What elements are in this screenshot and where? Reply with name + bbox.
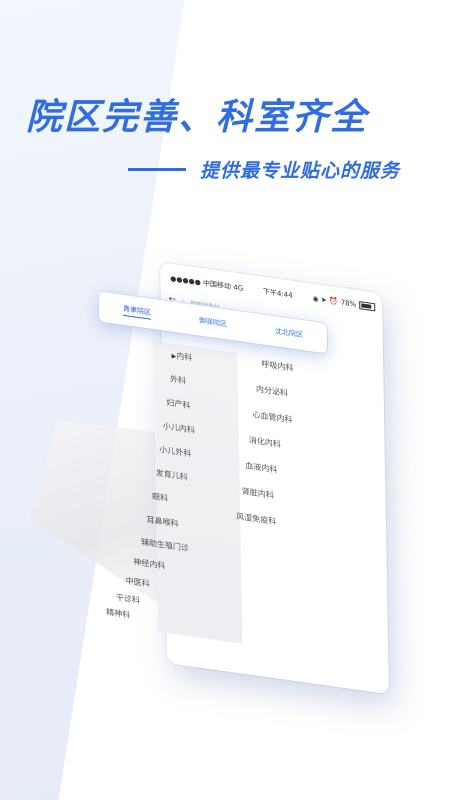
subheadline-row: 提供最专业贴心的服务 xyxy=(128,156,400,183)
left-department-item[interactable]: 中医科 xyxy=(126,575,150,589)
right-department-item[interactable]: 心血管内科 xyxy=(252,409,292,426)
left-department-item[interactable]: 外科 xyxy=(170,373,186,386)
right-department-item[interactable]: 肾脏内科 xyxy=(242,486,274,502)
battery-icon xyxy=(359,301,376,312)
left-department-item[interactable]: 眼科 xyxy=(152,491,168,504)
right-department-item[interactable]: 呼吸内科 xyxy=(261,358,293,374)
phone-mockup: ●●●●● 中国移动 4G 下午4:44 ◉ ➤ ⏰ 78% ← ⌕ 搜索就专长… xyxy=(98,262,392,705)
tab-campus-2[interactable]: 御驿院区 xyxy=(199,315,227,329)
right-department-item[interactable]: 血液内科 xyxy=(245,460,277,476)
status-time: 下午4:44 xyxy=(262,287,293,300)
subheadline-dash xyxy=(128,168,186,171)
right-department-item[interactable]: 内分泌科 xyxy=(256,384,288,400)
carrier-label: ●●●●● 中国移动 4G xyxy=(170,274,244,293)
tab-campus-1[interactable]: 青聿院区 xyxy=(122,303,152,320)
battery-percent: 78% xyxy=(340,298,357,309)
status-icons: ◉ ➤ ⏰ xyxy=(312,294,338,307)
status-right: ◉ ➤ ⏰ 78% xyxy=(312,294,376,312)
subheadline: 提供最专业贴心的服务 xyxy=(200,160,401,182)
left-department-item[interactable]: 干诊科 xyxy=(116,592,140,606)
department-panel: ▶内科 外科 妇产科 小儿内科 小儿外科 发育儿科 眼科 耳鼻喉科 辅助生殖门诊… xyxy=(106,341,294,654)
right-department-item[interactable]: 消化内科 xyxy=(249,435,281,451)
left-department-item[interactable]: 精神科 xyxy=(106,606,130,620)
phone-screen: ●●●●● 中国移动 4G 下午4:44 ◉ ➤ ⏰ 78% ← ⌕ 搜索就专长… xyxy=(98,262,389,695)
right-department-item[interactable]: 风湿免疫科 xyxy=(236,511,276,528)
tab-campus-3[interactable]: 沈北院区 xyxy=(275,326,303,340)
headline: 院区完善、科室齐全 xyxy=(26,97,369,138)
